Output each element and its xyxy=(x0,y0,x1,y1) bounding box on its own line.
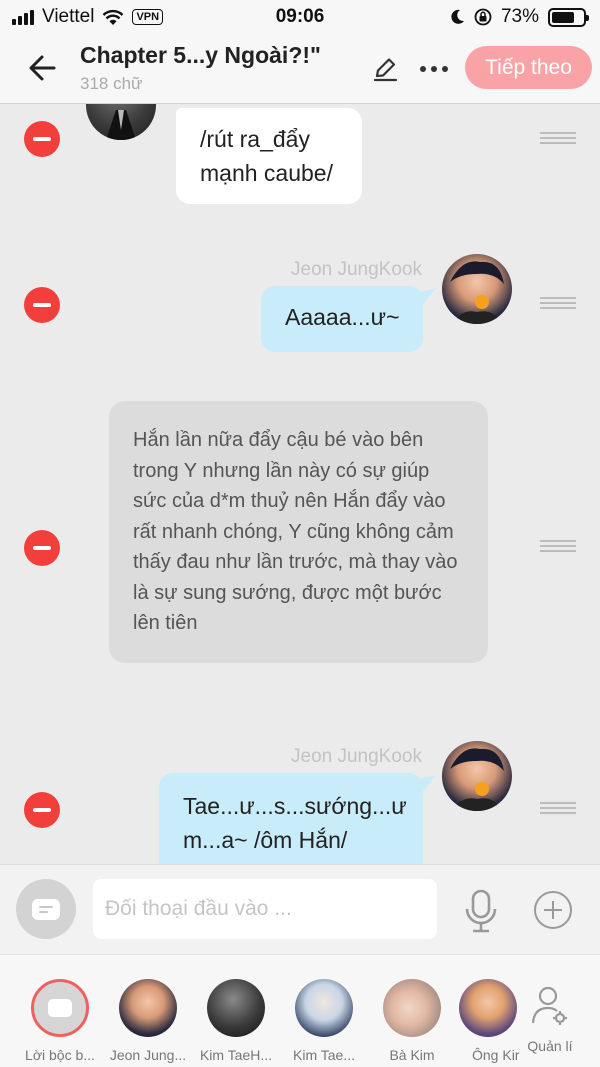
avatar xyxy=(442,741,512,811)
avatar xyxy=(295,979,353,1037)
word-count: 318 chữ xyxy=(80,74,143,93)
battery-percent: 73% xyxy=(500,6,539,27)
message-text: Tae...ư...s...sướng...ư m...a~ /ôm Hắn/ xyxy=(183,793,407,853)
pencil-icon[interactable] xyxy=(370,54,400,84)
character-item[interactable]: Bà Kim xyxy=(368,969,456,1063)
battery-icon xyxy=(548,7,589,27)
message-text: Hắn lần nữa đẩy cậu bé vào bên trong Y n… xyxy=(133,429,458,634)
message-bubble[interactable]: Tae...ư...s...sướng...ư m...a~ /ôm Hắn/ xyxy=(159,773,423,864)
character-item[interactable]: Kim Tae... xyxy=(280,969,368,1063)
header-bar: Chapter 5...y Ngoài?!" 318 chữ Tiếp theo xyxy=(0,34,600,104)
drag-handle[interactable] xyxy=(540,540,576,554)
character-item[interactable]: Kim TaeH... xyxy=(192,969,280,1063)
more-options-icon[interactable] xyxy=(414,54,454,84)
avatar xyxy=(459,979,517,1037)
bubble-tail xyxy=(420,288,436,308)
message-text: /rút ra_đẩy mạnh caube/ xyxy=(200,126,333,186)
back-arrow-icon[interactable] xyxy=(24,50,64,86)
avatar xyxy=(383,979,441,1037)
avatar xyxy=(207,979,265,1037)
character-item[interactable]: Jeon Jung... xyxy=(104,969,192,1063)
delete-message-button[interactable] xyxy=(24,792,60,828)
speech-bubble-icon[interactable] xyxy=(16,879,76,939)
drag-handle[interactable] xyxy=(540,802,576,816)
avatar xyxy=(442,254,512,324)
next-button[interactable]: Tiếp theo xyxy=(465,46,592,89)
character-narrator[interactable]: Lời bộc b... xyxy=(16,969,104,1063)
input-bar xyxy=(0,864,600,954)
character-item[interactable]: Ông Kir xyxy=(456,969,520,1063)
chat-list: /rút ra_đẩy mạnh caube/ Jeon JungKook Aa… xyxy=(0,104,600,864)
status-bar: Viettel VPN 09:06 73% xyxy=(0,0,600,34)
manage-label: Quản lí xyxy=(527,1038,573,1054)
narration-bubble[interactable]: Hắn lần nữa đẩy cậu bé vào bên trong Y n… xyxy=(109,401,488,663)
message-text: Aaaaa...ư~ xyxy=(285,304,400,330)
moon-icon xyxy=(451,9,464,24)
delete-message-button[interactable] xyxy=(24,530,60,566)
avatar xyxy=(119,979,177,1037)
bubble-tail xyxy=(420,775,436,795)
speaker-name: Jeon JungKook xyxy=(291,259,422,280)
character-label: Kim Tae... xyxy=(293,1047,355,1063)
dialogue-input[interactable] xyxy=(93,879,437,939)
chapter-title: Chapter 5...y Ngoài?!" xyxy=(80,42,321,68)
narrator-icon xyxy=(31,979,89,1037)
character-label: Ông Kir xyxy=(472,1047,520,1063)
message-bubble[interactable]: /rút ra_đẩy mạnh caube/ xyxy=(176,108,362,204)
message-bubble[interactable]: Aaaaa...ư~ xyxy=(261,286,423,352)
drag-handle[interactable] xyxy=(540,132,576,146)
chat-editor-screen: Viettel VPN 09:06 73% Chapter 5...y Ngoà… xyxy=(0,0,600,1067)
microphone-icon[interactable] xyxy=(463,889,499,933)
manage-characters-button[interactable]: Quản lí xyxy=(520,985,580,1054)
avatar xyxy=(86,104,156,140)
character-label: Bà Kim xyxy=(389,1047,435,1063)
delete-message-button[interactable] xyxy=(24,287,60,323)
delete-message-button[interactable] xyxy=(24,121,60,157)
speaker-name: Jeon JungKook xyxy=(291,746,422,767)
character-label: Kim TaeH... xyxy=(199,1047,273,1063)
character-label: Lời bộc b... xyxy=(25,1047,95,1063)
add-icon[interactable] xyxy=(534,891,572,929)
user-settings-icon xyxy=(531,986,567,1025)
character-selector: Lời bộc b... Jeon Jung... Kim TaeH... Ki… xyxy=(0,954,600,1067)
character-label: Jeon Jung... xyxy=(109,1047,187,1063)
rotation-lock-icon xyxy=(474,8,492,26)
drag-handle[interactable] xyxy=(540,297,576,311)
